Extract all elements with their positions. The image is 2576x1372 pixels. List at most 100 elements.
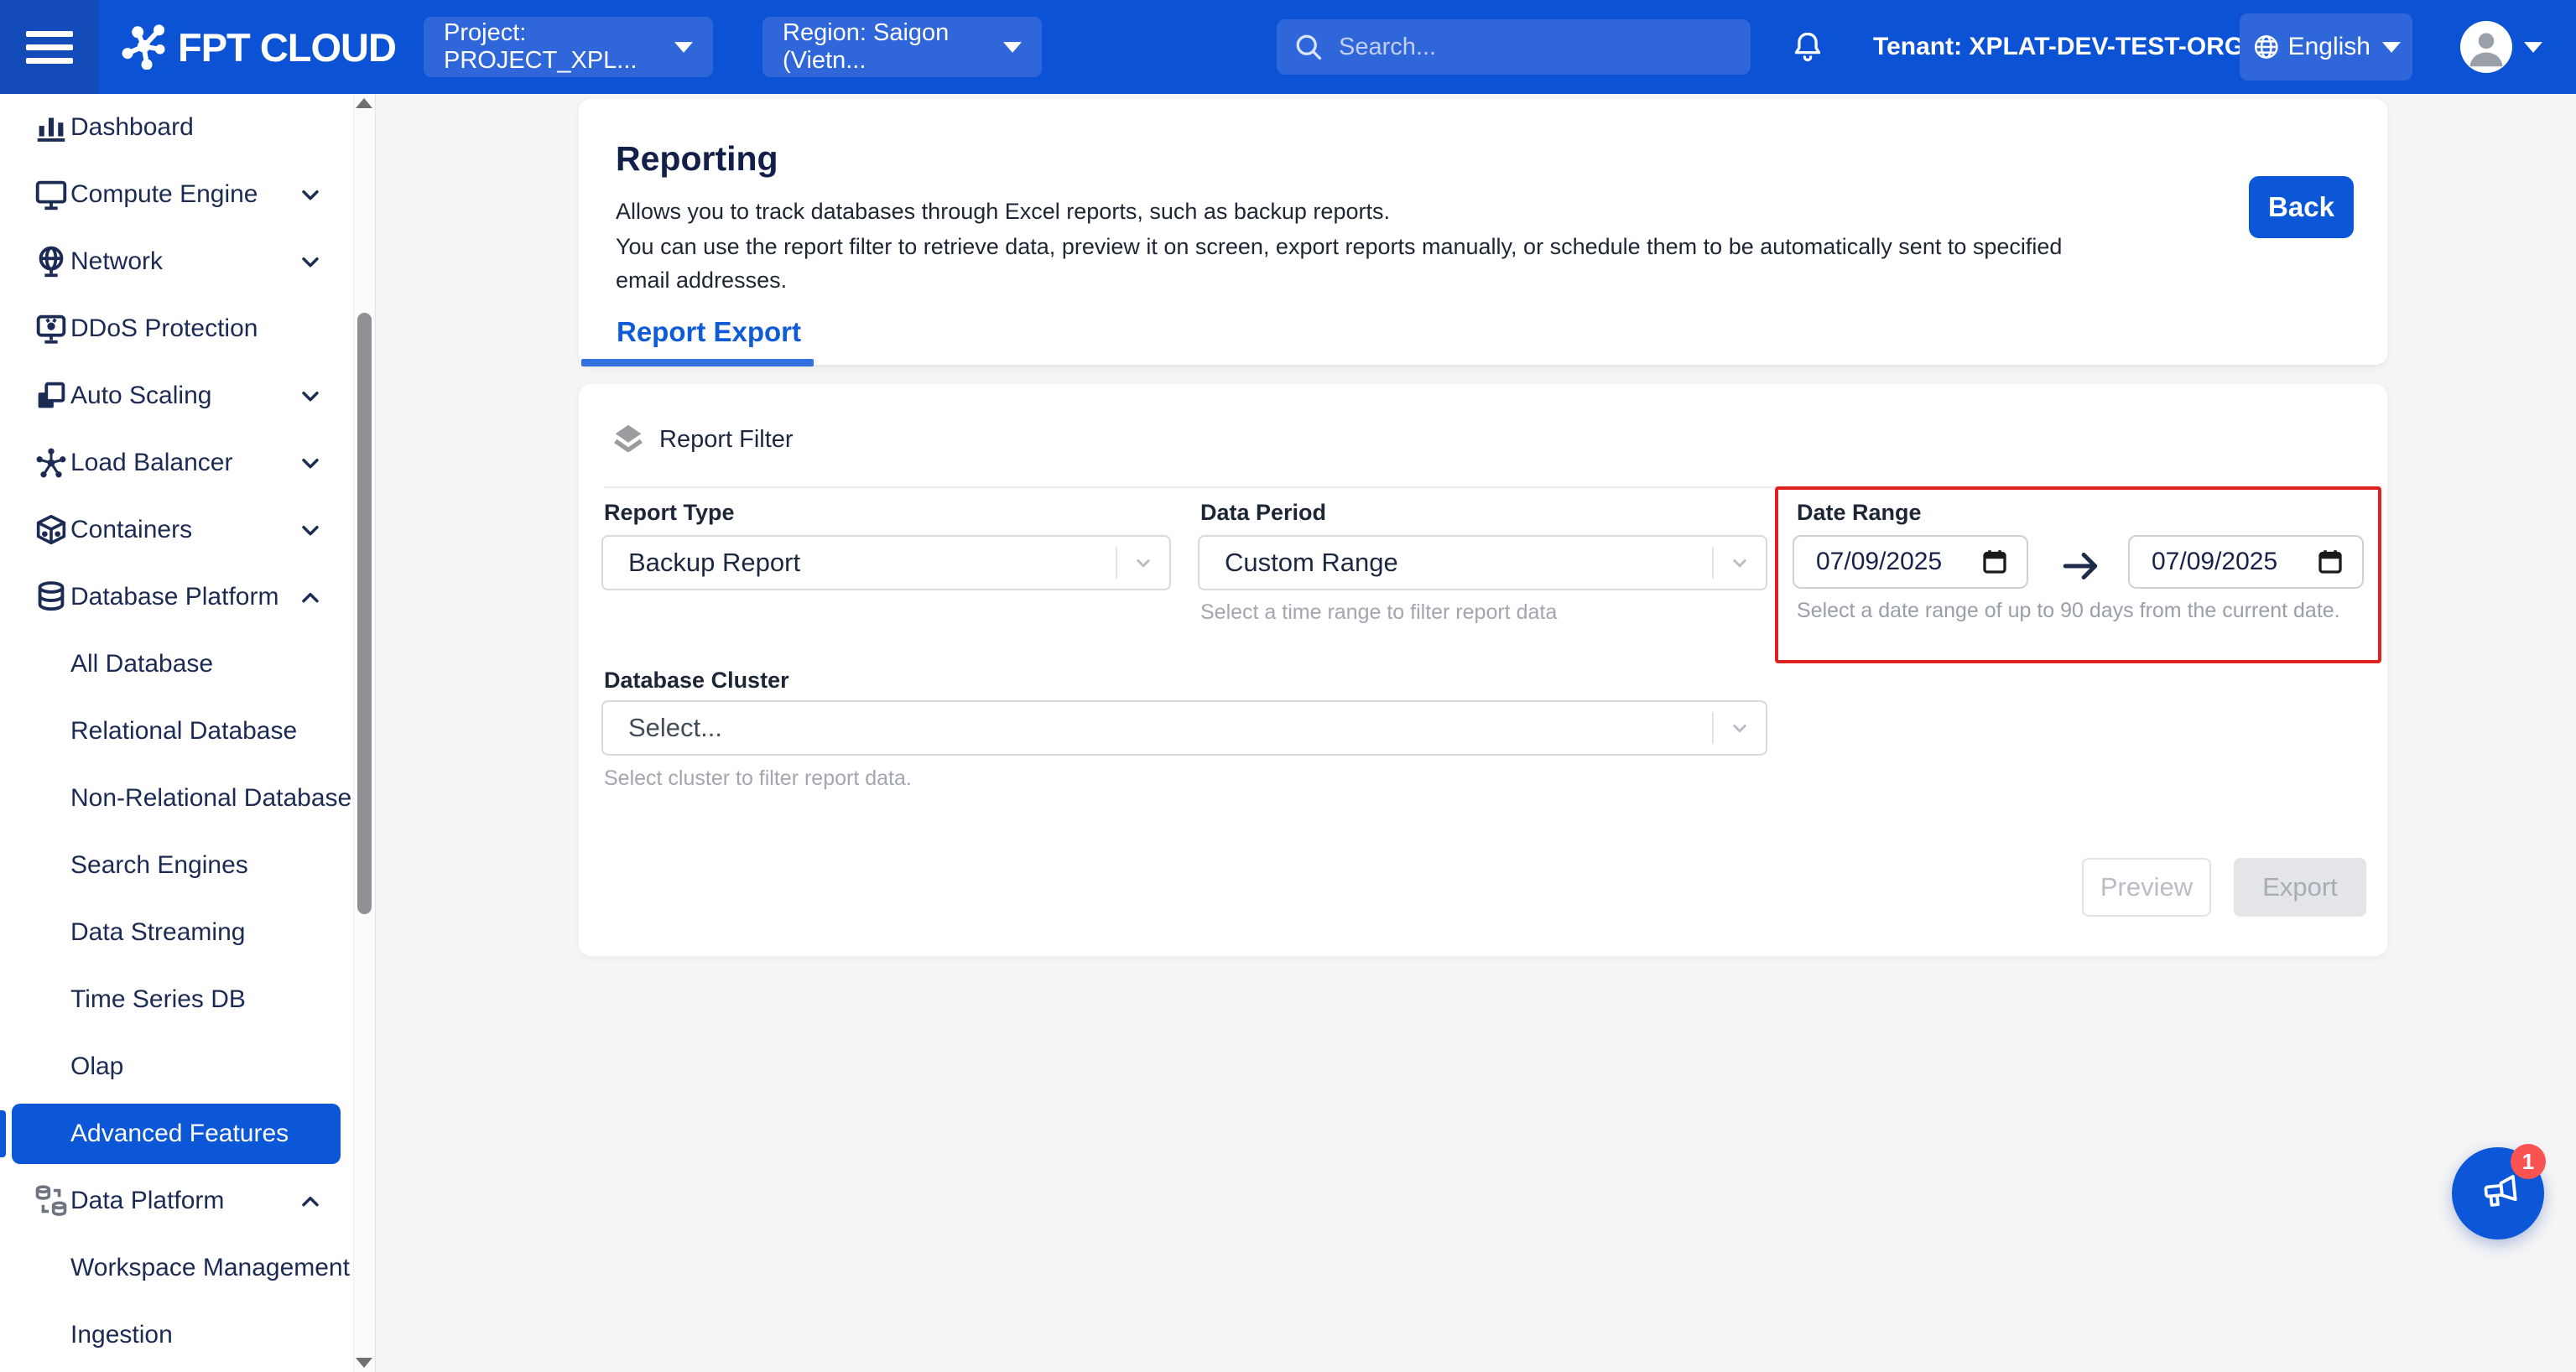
sidebar-item-label: Relational Database: [70, 717, 297, 746]
avatar: [2460, 21, 2512, 73]
sidebar-item-database-platform[interactable]: Database Platform: [0, 564, 375, 631]
hamburger-icon: [26, 31, 73, 64]
sidebar-item-label: Database Platform: [70, 583, 278, 611]
sidebar-item-relational-database[interactable]: Relational Database: [0, 698, 375, 765]
sidebar-item-label: Network: [70, 247, 163, 276]
brand-logo-text: FPT CLOUD: [178, 24, 396, 70]
date-from-value: 07/09/2025: [1816, 548, 1942, 576]
date-range-label: Date Range: [1797, 500, 1922, 526]
tab-report-export[interactable]: Report Export: [617, 316, 801, 348]
date-from-input[interactable]: 07/09/2025: [1793, 535, 2028, 589]
section-title: Report Filter: [659, 426, 794, 454]
sidebar-item-data-platform[interactable]: Data Platform: [0, 1167, 375, 1234]
globe-stand-icon: [32, 242, 70, 281]
sidebar-item-compute-engine[interactable]: Compute Engine: [0, 161, 375, 228]
sidebar-item-label: Data Streaming: [70, 918, 245, 947]
sidebar-item-label: Auto Scaling: [70, 382, 211, 410]
bar-chart-icon: [32, 108, 70, 147]
select-separator: [1712, 547, 1714, 579]
sidebar-item-label: Containers: [70, 516, 192, 544]
report-type-select[interactable]: Backup Report: [601, 535, 1171, 590]
sidebar-nav: Dashboard Compute Engine Network DDoS Pr…: [0, 94, 376, 1372]
report-type-label: Report Type: [604, 500, 735, 526]
preview-button[interactable]: Preview: [2082, 858, 2211, 917]
sidebar-item-load-balancer[interactable]: Load Balancer: [0, 429, 375, 496]
region-selector[interactable]: Region: Saigon (Vietn...: [762, 17, 1042, 77]
select-separator: [1116, 547, 1117, 579]
sidebar-item-label: Workspace Management: [70, 1254, 350, 1282]
date-to-value: 07/09/2025: [2152, 548, 2277, 576]
sidebar-item-label: Non-Relational Database: [70, 784, 351, 813]
sidebar-item-label: All Database: [70, 650, 213, 678]
sidebar-item-label: Dashboard: [70, 113, 194, 142]
active-tab-underline: [581, 359, 814, 366]
sidebar-item-non-relational-database[interactable]: Non-Relational Database: [0, 765, 375, 832]
sidebar-item-ddos-protection[interactable]: DDoS Protection: [0, 295, 375, 362]
chevron-down-icon: [2524, 42, 2542, 53]
cube-icon: [32, 511, 70, 549]
sidebar-item-all-database[interactable]: All Database: [0, 631, 375, 698]
date-to-input[interactable]: 07/09/2025: [2128, 535, 2364, 589]
fpt-logo-icon: [117, 21, 166, 74]
sidebar-item-advanced-features[interactable]: Advanced Features: [0, 1100, 375, 1167]
calendar-icon: [1980, 547, 2010, 577]
database-cluster-select[interactable]: Select...: [601, 700, 1767, 756]
language-selector[interactable]: English: [2240, 13, 2412, 81]
user-menu[interactable]: [2460, 0, 2542, 94]
date-range-helper: Select a date range of up to 90 days fro…: [1797, 599, 2340, 623]
database-cluster-label: Database Cluster: [604, 668, 789, 694]
sidebar-item-label: Ingestion: [70, 1321, 173, 1349]
tenant-selector[interactable]: Tenant: XPLAT-DEV-TEST-ORG: [1873, 0, 2274, 94]
sidebar-item-label: Load Balancer: [70, 449, 232, 477]
search-input[interactable]: [1339, 34, 1734, 61]
search-bar: [1277, 19, 1751, 75]
sidebar-item-auto-scaling[interactable]: Auto Scaling: [0, 362, 375, 429]
data-period-select[interactable]: Custom Range: [1198, 535, 1767, 590]
sidebar-item-data-streaming[interactable]: Data Streaming: [0, 899, 375, 966]
notification-badge: 1: [2511, 1144, 2546, 1179]
scroll-up-arrow-icon[interactable]: [356, 98, 372, 108]
hamburger-menu-button[interactable]: [0, 0, 99, 94]
sidebar-item-search-engines[interactable]: Search Engines: [0, 832, 375, 899]
ddos-shield-icon: [32, 309, 70, 348]
sidebar-scrollbar-thumb[interactable]: [357, 313, 372, 914]
data-period-value: Custom Range: [1225, 548, 1398, 578]
page-description: Allows you to track databases through Ex…: [616, 195, 2085, 299]
language-selector-label: English: [2288, 33, 2370, 61]
scroll-down-arrow-icon[interactable]: [356, 1358, 372, 1368]
notification-bell-icon[interactable]: [1789, 29, 1826, 65]
sidebar-item-label: Data Platform: [70, 1187, 224, 1215]
sidebar-item-time-series-db[interactable]: Time Series DB: [0, 966, 375, 1033]
chevron-up-icon: [297, 1188, 324, 1214]
sidebar-item-containers[interactable]: Containers: [0, 496, 375, 564]
project-selector[interactable]: Project: PROJECT_XPL...: [424, 17, 713, 77]
top-navbar: FPT CLOUD Project: PROJECT_XPL... Region…: [0, 0, 2576, 94]
sidebar-item-label: DDoS Protection: [70, 314, 258, 343]
sidebar-item-ingestion[interactable]: Ingestion: [0, 1302, 375, 1369]
sidebar-item-network[interactable]: Network: [0, 228, 375, 295]
sidebar-item-label: Search Engines: [70, 851, 248, 880]
sidebar-item-label: Advanced Features: [70, 1120, 289, 1148]
monitor-icon: [32, 175, 70, 214]
database-cluster-placeholder: Select...: [628, 713, 722, 743]
chevron-down-icon: [1727, 550, 1752, 575]
announcements-fab[interactable]: 1: [2452, 1147, 2544, 1239]
export-button[interactable]: Export: [2234, 858, 2366, 917]
back-button[interactable]: Back: [2249, 176, 2354, 238]
region-selector-label: Region: Saigon (Vietn...: [783, 19, 1003, 75]
reporting-header-card: Reporting Allows you to track databases …: [579, 99, 2387, 366]
chevron-down-icon: [1131, 550, 1156, 575]
sidebar-item-olap[interactable]: Olap: [0, 1033, 375, 1100]
report-type-value: Backup Report: [628, 548, 800, 578]
auto-scaling-icon: [32, 377, 70, 415]
data-platform-icon: [32, 1182, 70, 1220]
page-description-line1: Allows you to track databases through Ex…: [616, 195, 2085, 228]
sidebar-scrollbar-track[interactable]: [353, 94, 375, 1372]
sidebar-item-workspace-management[interactable]: Workspace Management: [0, 1234, 375, 1302]
chevron-down-icon: [1003, 42, 1022, 53]
sidebar-item-dashboard[interactable]: Dashboard: [0, 94, 375, 161]
main-content: Reporting Allows you to track databases …: [376, 94, 2576, 1372]
chevron-down-icon: [297, 450, 324, 476]
page-title: Reporting: [616, 139, 778, 179]
chevron-down-icon: [297, 382, 324, 409]
